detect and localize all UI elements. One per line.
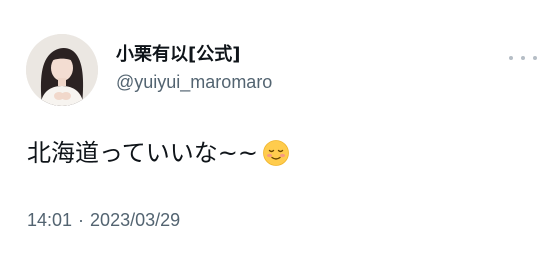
tweet-text-content: 北海道っていいな~~ xyxy=(27,139,259,167)
smiling-face-icon xyxy=(262,139,290,167)
author-info: 小栗有以[公式] @yuiyui_maromaro xyxy=(116,44,272,93)
avatar[interactable] xyxy=(26,34,98,106)
tweet-card: 小栗有以[公式] @yuiyui_maromaro 北海道っていいな~~ 14:… xyxy=(0,0,550,253)
tweet-time[interactable]: 14:01 xyxy=(27,210,72,230)
tweet-text: 北海道っていいな~~ xyxy=(27,138,290,168)
author-display-name[interactable]: 小栗有以[公式] xyxy=(116,44,272,66)
author-handle[interactable]: @yuiyui_maromaro xyxy=(116,71,272,93)
tweet-date[interactable]: 2023/03/29 xyxy=(90,210,180,230)
more-options-icon[interactable] xyxy=(509,50,537,66)
timestamp-separator: · xyxy=(78,210,85,230)
profile-photo-icon xyxy=(26,34,98,106)
tweet-timestamp: 14:01 · 2023/03/29 xyxy=(27,209,180,231)
